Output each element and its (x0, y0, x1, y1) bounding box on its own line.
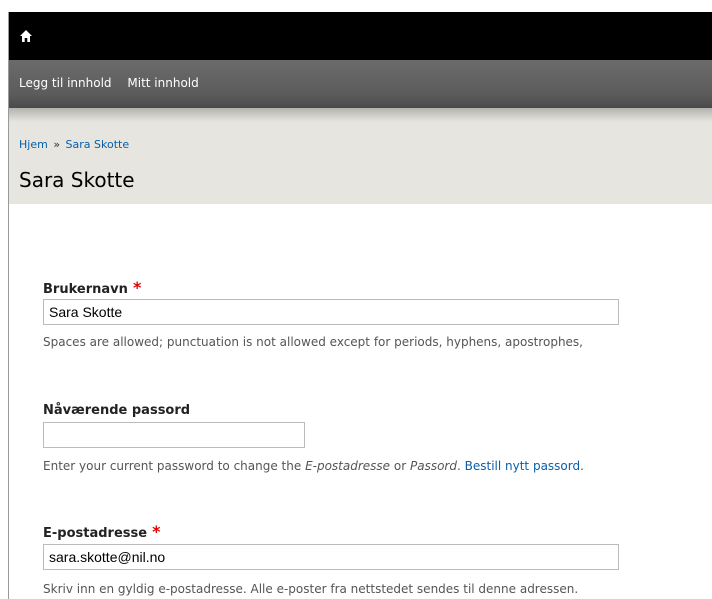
admin-toolbar: Legg til innhold Mitt innhold (8, 12, 712, 108)
email-label: E-postadresse (43, 526, 148, 541)
breadcrumb-current-link[interactable]: Sara Skotte (66, 138, 130, 151)
email-description: Skriv inn en gyldig e-postadresse. Alle … (43, 582, 579, 596)
user-edit-form: Brukernavn * Sara Skotte Spaces are allo… (8, 204, 712, 599)
toolbar-bar (9, 12, 712, 60)
required-marker: * (132, 278, 142, 297)
current-password-description: Enter your current password to change th… (43, 459, 584, 473)
shortcut-add-content[interactable]: Legg til innhold (19, 76, 112, 90)
shortcuts-bar: Legg til innhold Mitt innhold (9, 60, 712, 108)
current-password-desc-password: Passord (409, 459, 457, 473)
current-password-desc-dot: . (456, 459, 465, 473)
shortcuts-list: Legg til innhold Mitt innhold (19, 76, 211, 90)
request-new-password-link[interactable]: Bestill nytt passord. (465, 459, 584, 473)
window-top-margin (0, 0, 712, 12)
current-password-label-row: Nåværende passord (43, 399, 190, 418)
username-label-row: Brukernavn * (43, 278, 141, 297)
page-header: Hjem » Sara Skotte Sara Skotte (8, 108, 712, 204)
breadcrumb: Hjem » Sara Skotte (19, 138, 129, 151)
email-label-row: E-postadresse * (43, 522, 161, 541)
shortcut-my-content[interactable]: Mitt innhold (127, 76, 198, 90)
current-password-input[interactable] (43, 422, 305, 448)
home-icon[interactable] (19, 28, 33, 42)
username-label: Brukernavn (43, 282, 128, 297)
username-description: Spaces are allowed; punctuation is not a… (43, 335, 583, 349)
page-title: Sara Skotte (19, 168, 135, 192)
required-marker: * (152, 522, 161, 541)
breadcrumb-home-link[interactable]: Hjem (19, 138, 48, 151)
username-input[interactable]: Sara Skotte (43, 299, 619, 325)
current-password-desc-or: or (390, 459, 410, 473)
current-password-desc-email: E-postadresse (305, 459, 391, 473)
breadcrumb-separator: » (53, 138, 61, 151)
email-input[interactable]: sara.skotte@nil.no (43, 544, 619, 570)
current-password-desc-prefix: Enter your current password to change th… (43, 459, 306, 473)
current-password-label: Nåværende passord (43, 403, 191, 418)
